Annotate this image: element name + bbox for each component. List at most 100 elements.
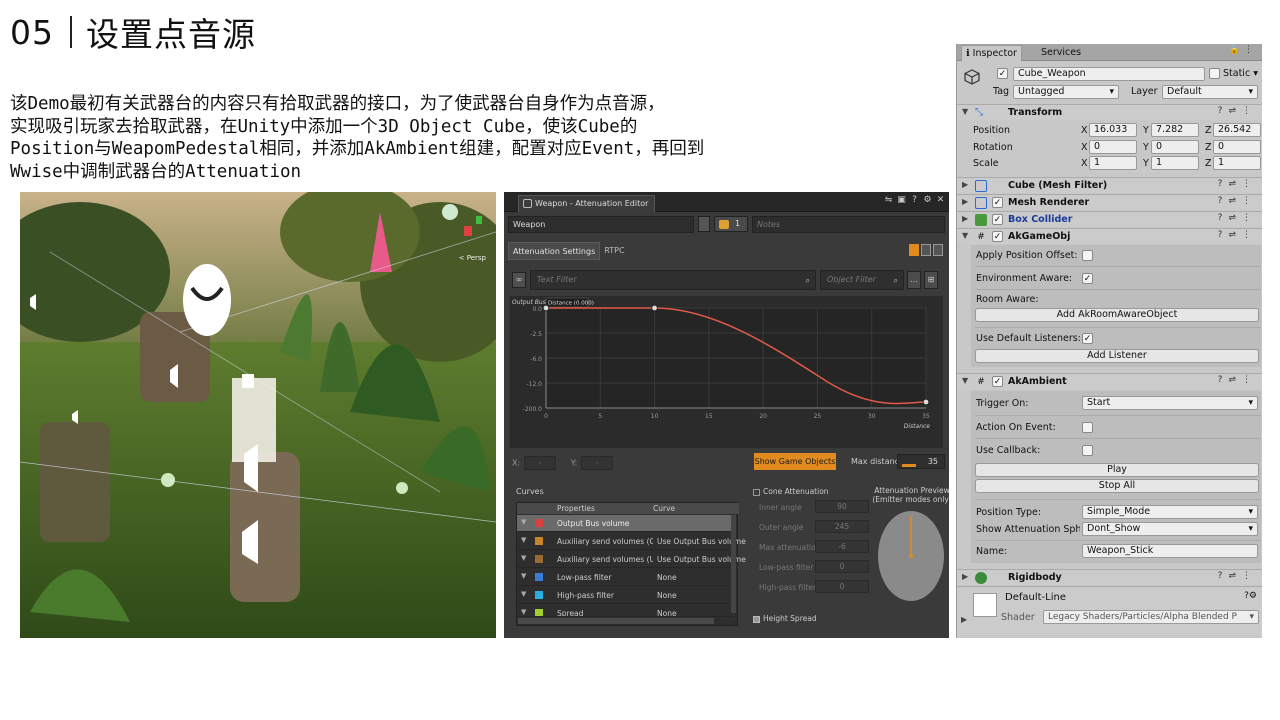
text-filter-input[interactable]: Text Filter ⌕: [530, 270, 816, 290]
fold-arrow-icon[interactable]: ▶: [962, 572, 968, 581]
transform-header[interactable]: ▼ ⤡ Transform ?⇌⋮: [957, 104, 1262, 120]
cone-param-value[interactable]: 0: [815, 580, 869, 593]
static-checkbox[interactable]: [1209, 68, 1220, 79]
box-collider-header[interactable]: ▶ ✓ Box Collider ?⇌⋮: [957, 211, 1262, 227]
environment-aware-checkbox[interactable]: ✓: [1082, 273, 1093, 284]
akambient-header[interactable]: ▼ # ✓ AkAmbient ?⇌⋮: [957, 373, 1262, 389]
table-scrollbar-horizontal[interactable]: [518, 618, 714, 624]
fold-arrow-icon[interactable]: ▼: [962, 376, 968, 385]
component-menu-icons[interactable]: ?⇌⋮: [1218, 213, 1257, 223]
cone-param-value[interactable]: 0: [815, 560, 869, 573]
tag-dropdown[interactable]: Untagged: [1013, 85, 1119, 99]
position-x-field[interactable]: 16.033: [1089, 123, 1137, 137]
cone-param-value[interactable]: 90: [815, 500, 869, 513]
curve-row[interactable]: ▼ Low-pass filter None: [517, 569, 733, 586]
persp-label[interactable]: < Persp: [459, 254, 486, 262]
scene-view[interactable]: < Persp: [20, 192, 496, 638]
pin-icon[interactable]: ▼: [521, 518, 527, 527]
scale-x-field[interactable]: 1: [1089, 156, 1137, 170]
rigidbody-header[interactable]: ▶ Rigidbody ?⇌⋮: [957, 569, 1262, 585]
position-type-dropdown[interactable]: Simple_Mode: [1082, 505, 1258, 519]
use-callback-checkbox[interactable]: [1082, 445, 1093, 456]
stop-all-button[interactable]: Stop All: [975, 479, 1259, 493]
component-menu-icons[interactable]: ?⇌⋮: [1218, 375, 1257, 385]
mesh-renderer-enabled-checkbox[interactable]: ✓: [992, 197, 1003, 208]
scale-z-field[interactable]: 1: [1213, 156, 1261, 170]
game-sync-icon[interactable]: ⊞: [924, 271, 938, 289]
akgameobj-enabled-checkbox[interactable]: ✓: [992, 231, 1003, 242]
layout-split-icon[interactable]: [921, 244, 931, 256]
fold-arrow-icon[interactable]: ▼: [962, 231, 968, 240]
object-active-checkbox[interactable]: ✓: [997, 68, 1008, 79]
header-curve[interactable]: Curve: [653, 503, 675, 514]
lock-icon[interactable]: ▣: [897, 195, 906, 205]
event-name-field[interactable]: Weapon_Stick: [1082, 544, 1258, 558]
pin-icon[interactable]: ▼: [521, 536, 527, 545]
curve-row[interactable]: ▼ Auxiliary send volumes (Ga... Use Outp…: [517, 533, 746, 550]
close-icon[interactable]: ✕: [936, 195, 945, 205]
position-y-field[interactable]: 7.282: [1151, 123, 1199, 137]
settings-icon[interactable]: ⚙: [923, 195, 932, 205]
material-menu-icons[interactable]: ?⚙: [1244, 591, 1257, 601]
add-listener-button[interactable]: Add Listener: [975, 349, 1259, 363]
position-z-field[interactable]: 26.542: [1213, 123, 1261, 137]
fold-arrow-icon[interactable]: ▶: [961, 615, 967, 624]
more-button[interactable]: …: [907, 271, 921, 289]
attenuation-name-field[interactable]: Weapon: [508, 216, 694, 233]
cone-attenuation-checkbox[interactable]: [753, 488, 760, 496]
height-spread-checkbox[interactable]: [753, 615, 760, 623]
akambient-enabled-checkbox[interactable]: ✓: [992, 376, 1003, 387]
object-filter-input[interactable]: Object Filter ⌕: [820, 270, 904, 290]
pin-icon[interactable]: ▼: [521, 608, 527, 616]
tab-services[interactable]: Services: [1037, 45, 1085, 61]
table-scrollbar-vertical[interactable]: [731, 515, 736, 613]
component-menu-icons[interactable]: ?⇌⋮: [1218, 196, 1257, 206]
action-on-event-checkbox[interactable]: [1082, 422, 1093, 433]
curve-row[interactable]: ▼ High-pass filter None: [517, 587, 733, 604]
layout-stack-icon[interactable]: [933, 244, 943, 256]
box-collider-enabled-checkbox[interactable]: ✓: [992, 214, 1003, 225]
rotation-y-field[interactable]: 0: [1151, 140, 1199, 154]
attenuation-graph[interactable]: 0.0-2.5-6.0-12.0-200.00 5 10 15 20 25 30 35Outp…: [510, 296, 943, 442]
add-room-aware-button[interactable]: Add AkRoomAwareObject: [975, 308, 1259, 322]
editor-window-tab[interactable]: Weapon - Attenuation Editor: [518, 195, 656, 212]
tab-inspector[interactable]: ℹ Inspector: [961, 45, 1022, 61]
component-menu-icons[interactable]: ?⇌⋮: [1218, 230, 1257, 240]
trigger-on-dropdown[interactable]: Start: [1082, 396, 1258, 410]
curve-type[interactable]: None: [657, 569, 677, 586]
layer-dropdown[interactable]: Default: [1162, 85, 1258, 99]
material-preview[interactable]: [973, 593, 997, 617]
reference-count[interactable]: 1: [714, 216, 748, 232]
scale-y-field[interactable]: 1: [1151, 156, 1199, 170]
tab-attenuation-settings[interactable]: Attenuation Settings: [508, 242, 601, 260]
component-menu-icons[interactable]: ?⇌⋮: [1218, 179, 1257, 189]
fold-arrow-icon[interactable]: ▼: [962, 107, 968, 116]
object-name-field[interactable]: Cube_Weapon: [1013, 67, 1205, 81]
use-default-listeners-checkbox[interactable]: ✓: [1082, 333, 1093, 344]
shader-dropdown[interactable]: Legacy Shaders/Particles/Alpha Blended P: [1043, 610, 1259, 624]
cone-param-value[interactable]: 245: [815, 520, 869, 533]
link-icon[interactable]: ∞: [512, 272, 526, 288]
curve-row[interactable]: ▼ Spread None: [517, 605, 733, 617]
graph-scrollbar[interactable]: [510, 442, 943, 448]
mesh-renderer-header[interactable]: ▶ ✓ Mesh Renderer ?⇌⋮: [957, 194, 1262, 210]
component-menu-icons[interactable]: ?⇌⋮: [1218, 106, 1257, 116]
cone-param-value[interactable]: -6: [815, 540, 869, 553]
static-label[interactable]: Static ▾: [1223, 68, 1258, 79]
tab-menu-icons[interactable]: 🔒⋮: [1229, 45, 1257, 55]
help-icon[interactable]: ?: [910, 195, 919, 205]
show-attenuation-dropdown[interactable]: Dont_Show: [1082, 522, 1258, 536]
cone-attenuation-toggle[interactable]: Cone Attenuation: [753, 487, 829, 496]
layout-single-icon[interactable]: [909, 244, 919, 256]
apply-position-offset-checkbox[interactable]: [1082, 250, 1093, 261]
fold-arrow-icon[interactable]: ▶: [962, 214, 968, 223]
component-menu-icons[interactable]: ?⇌⋮: [1218, 571, 1257, 581]
curve-row[interactable]: ▼ Output Bus volume: [517, 515, 733, 532]
curve-type[interactable]: None: [657, 605, 677, 616]
max-distance-field[interactable]: 35: [897, 454, 945, 469]
header-properties[interactable]: Properties: [557, 503, 595, 514]
curve-row[interactable]: ▼ Auxiliary send volumes (Us... Use Outp…: [517, 551, 746, 568]
y-value[interactable]: -: [581, 456, 614, 470]
pin-icon[interactable]: ▼: [521, 590, 527, 599]
share-icon[interactable]: ⇋: [884, 195, 893, 205]
